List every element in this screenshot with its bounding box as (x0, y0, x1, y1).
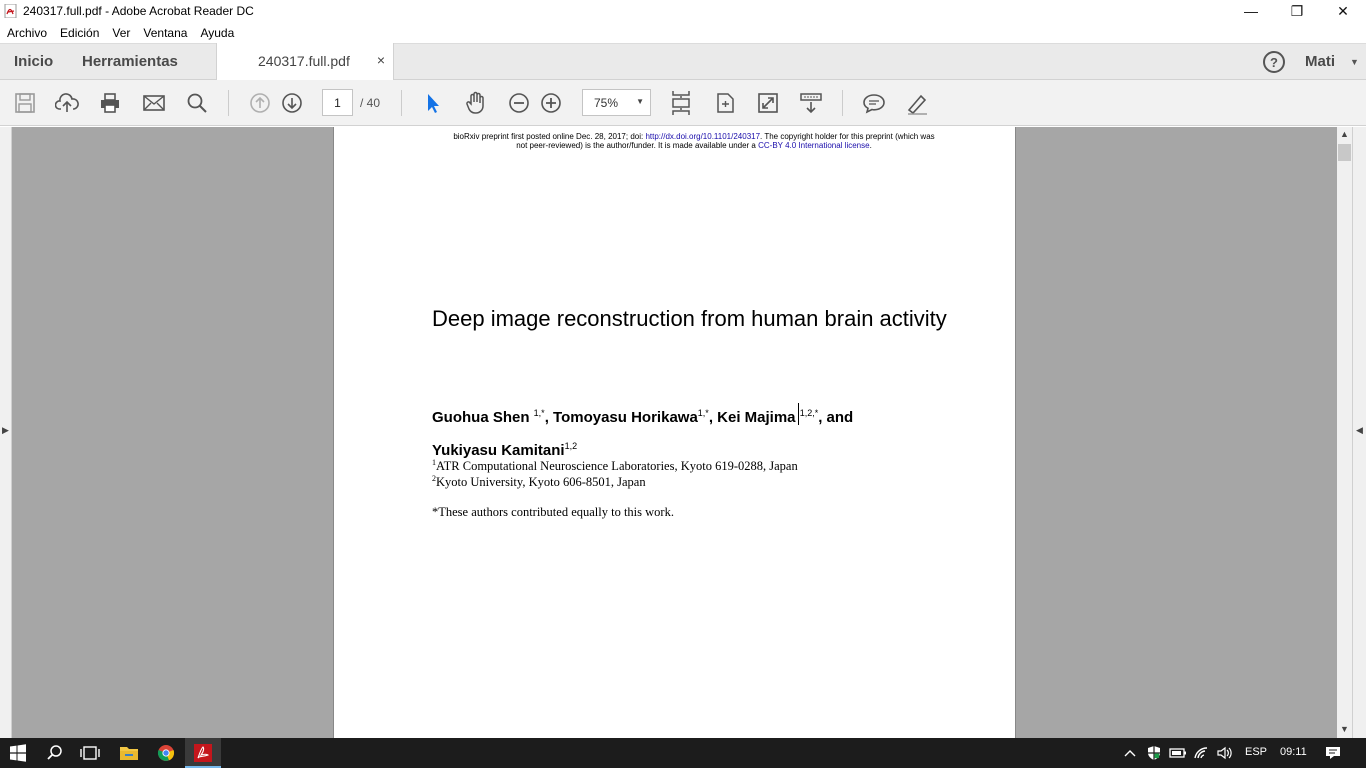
acrobat-icon[interactable] (192, 742, 214, 764)
preprint-header: bioRxiv preprint first posted online Dec… (374, 132, 1014, 150)
left-panel-toggle[interactable]: ▶ (0, 127, 12, 738)
text-cursor (798, 403, 799, 425)
menu-edicion[interactable]: Edición (55, 26, 104, 40)
taskbar: ESP 09:11 (0, 738, 1366, 768)
menu-bar: Archivo Edición Ver Ventana Ayuda (0, 22, 1366, 43)
email-icon[interactable] (142, 91, 166, 115)
page-number-input[interactable]: 1 (322, 89, 353, 116)
menu-ver[interactable]: Ver (107, 26, 135, 40)
page-total: / 40 (360, 96, 381, 110)
help-icon[interactable]: ? (1263, 51, 1285, 73)
chevron-down-icon[interactable]: ▼ (1350, 57, 1359, 67)
author-separator: , (708, 409, 718, 426)
author-affiliation-marker: 1,2,* (799, 408, 819, 418)
toolbar (0, 80, 1366, 126)
author-affiliation-marker: 1,2 (564, 441, 578, 451)
affiliation-line: 1ATR Computational Neuroscience Laborato… (432, 458, 798, 474)
page-up-icon[interactable] (248, 91, 272, 115)
acrobat-pdf-icon (4, 3, 18, 19)
toolbar-separator (228, 90, 229, 116)
expand-left-icon: ◀ (1356, 425, 1363, 435)
wifi-icon[interactable] (1191, 742, 1213, 764)
author-affiliation-marker: 1,* (697, 408, 709, 418)
read-mode-icon[interactable] (799, 91, 823, 115)
pdf-page[interactable]: bioRxiv preprint first posted online Dec… (333, 127, 1016, 738)
zoom-level-select[interactable]: 75% ▼ (582, 89, 651, 116)
author-name: Tomoyasu Horikawa (553, 409, 698, 426)
paper-title: Deep image reconstruction from human bra… (432, 306, 947, 331)
tab-bar: Inicio Herramientas 240317.full.pdf × ? … (0, 43, 1366, 80)
page-down-icon[interactable] (280, 91, 304, 115)
windows-start-icon[interactable] (7, 742, 29, 764)
window-title: 240317.full.pdf - Adobe Acrobat Reader D… (23, 4, 254, 18)
preprint-text: . The copyright holder for this preprint… (760, 132, 935, 141)
select-cursor-icon[interactable] (421, 91, 445, 115)
upload-cloud-icon[interactable] (55, 91, 79, 115)
affiliation-text: Kyoto University, Kyoto 606-8501, Japan (436, 475, 646, 490)
close-tab-icon[interactable]: × (377, 52, 385, 68)
expand-right-icon: ▶ (2, 425, 9, 435)
author-name: Yukiyasu Kamitani (432, 442, 565, 459)
author-list: Guohua Shen 1,*, Tomoyasu Horikawa1,*, K… (432, 399, 912, 465)
license-link[interactable]: CC-BY 4.0 International license (758, 141, 869, 150)
equal-contribution-note: *These authors contributed equally to th… (432, 505, 674, 519)
save-icon[interactable] (13, 91, 37, 115)
scroll-mode-icon[interactable] (669, 91, 693, 115)
affiliation-text: ATR Computational Neuroscience Laborator… (436, 459, 798, 474)
comment-icon[interactable] (862, 91, 886, 115)
right-panel-toggle[interactable]: ◀ (1352, 127, 1366, 738)
menu-archivo[interactable]: Archivo (2, 26, 52, 40)
zoom-value: 75% (594, 96, 619, 110)
menu-ventana[interactable]: Ventana (138, 26, 192, 40)
tab-inicio[interactable]: Inicio (14, 53, 53, 70)
doi-link[interactable]: http://dx.doi.org/10.1101/240317 (645, 132, 760, 141)
restore-button[interactable]: ❐ (1274, 0, 1320, 22)
battery-icon[interactable] (1167, 742, 1189, 764)
preprint-text: not peer-reviewed) is the author/funder.… (516, 141, 759, 150)
highlight-icon[interactable] (905, 91, 929, 115)
hand-icon[interactable] (464, 91, 488, 115)
document-tab-label: 240317.full.pdf (258, 53, 350, 69)
fullscreen-icon[interactable] (756, 91, 780, 115)
menu-ayuda[interactable]: Ayuda (195, 26, 239, 40)
affiliation-line: 2Kyoto University, Kyoto 606-8501, Japan (432, 474, 646, 490)
author-separator: , and (818, 409, 854, 426)
task-view-icon[interactable] (79, 742, 101, 764)
author-separator: , (544, 409, 554, 426)
preprint-text: bioRxiv preprint first posted online Dec… (453, 132, 646, 141)
minimize-button[interactable]: — (1228, 0, 1274, 22)
chevron-down-icon: ▼ (636, 97, 644, 106)
search-icon[interactable] (44, 742, 66, 764)
title-bar: 240317.full.pdf - Adobe Acrobat Reader D… (0, 0, 1366, 22)
system-clock[interactable]: 09:11 (1280, 746, 1307, 758)
preprint-text: . (869, 141, 872, 150)
file-explorer-icon[interactable] (118, 742, 140, 764)
search-icon[interactable] (185, 91, 209, 115)
input-language[interactable]: ESP (1245, 746, 1267, 758)
zoom-in-icon[interactable] (539, 91, 563, 115)
author-name: Kei Majima (717, 409, 796, 426)
fit-page-icon[interactable] (713, 91, 737, 115)
print-icon[interactable] (98, 91, 122, 115)
volume-icon[interactable] (1214, 742, 1236, 764)
document-viewport[interactable]: ▶ bioRxiv preprint first posted online D… (0, 127, 1366, 738)
close-window-button[interactable]: ✕ (1320, 0, 1366, 22)
toolbar-separator (842, 90, 843, 116)
author-name: Guohua Shen (432, 409, 530, 426)
vertical-scrollbar[interactable]: ▲ ▼ (1337, 127, 1352, 738)
shield-icon[interactable] (1143, 742, 1165, 764)
author-affiliation-marker: 1,* (533, 408, 545, 418)
tab-herramientas[interactable]: Herramientas (82, 53, 178, 70)
action-center-icon[interactable] (1322, 742, 1344, 764)
zoom-out-icon[interactable] (507, 91, 531, 115)
tray-overflow-icon[interactable] (1119, 742, 1141, 764)
chrome-icon[interactable] (155, 742, 177, 764)
tab-document[interactable]: 240317.full.pdf × (216, 43, 394, 80)
scroll-down-icon[interactable]: ▼ (1340, 724, 1349, 734)
scrollbar-thumb[interactable] (1338, 144, 1351, 161)
toolbar-separator (401, 90, 402, 116)
scroll-up-icon[interactable]: ▲ (1340, 129, 1349, 139)
user-account-menu[interactable]: Mati (1305, 53, 1335, 70)
